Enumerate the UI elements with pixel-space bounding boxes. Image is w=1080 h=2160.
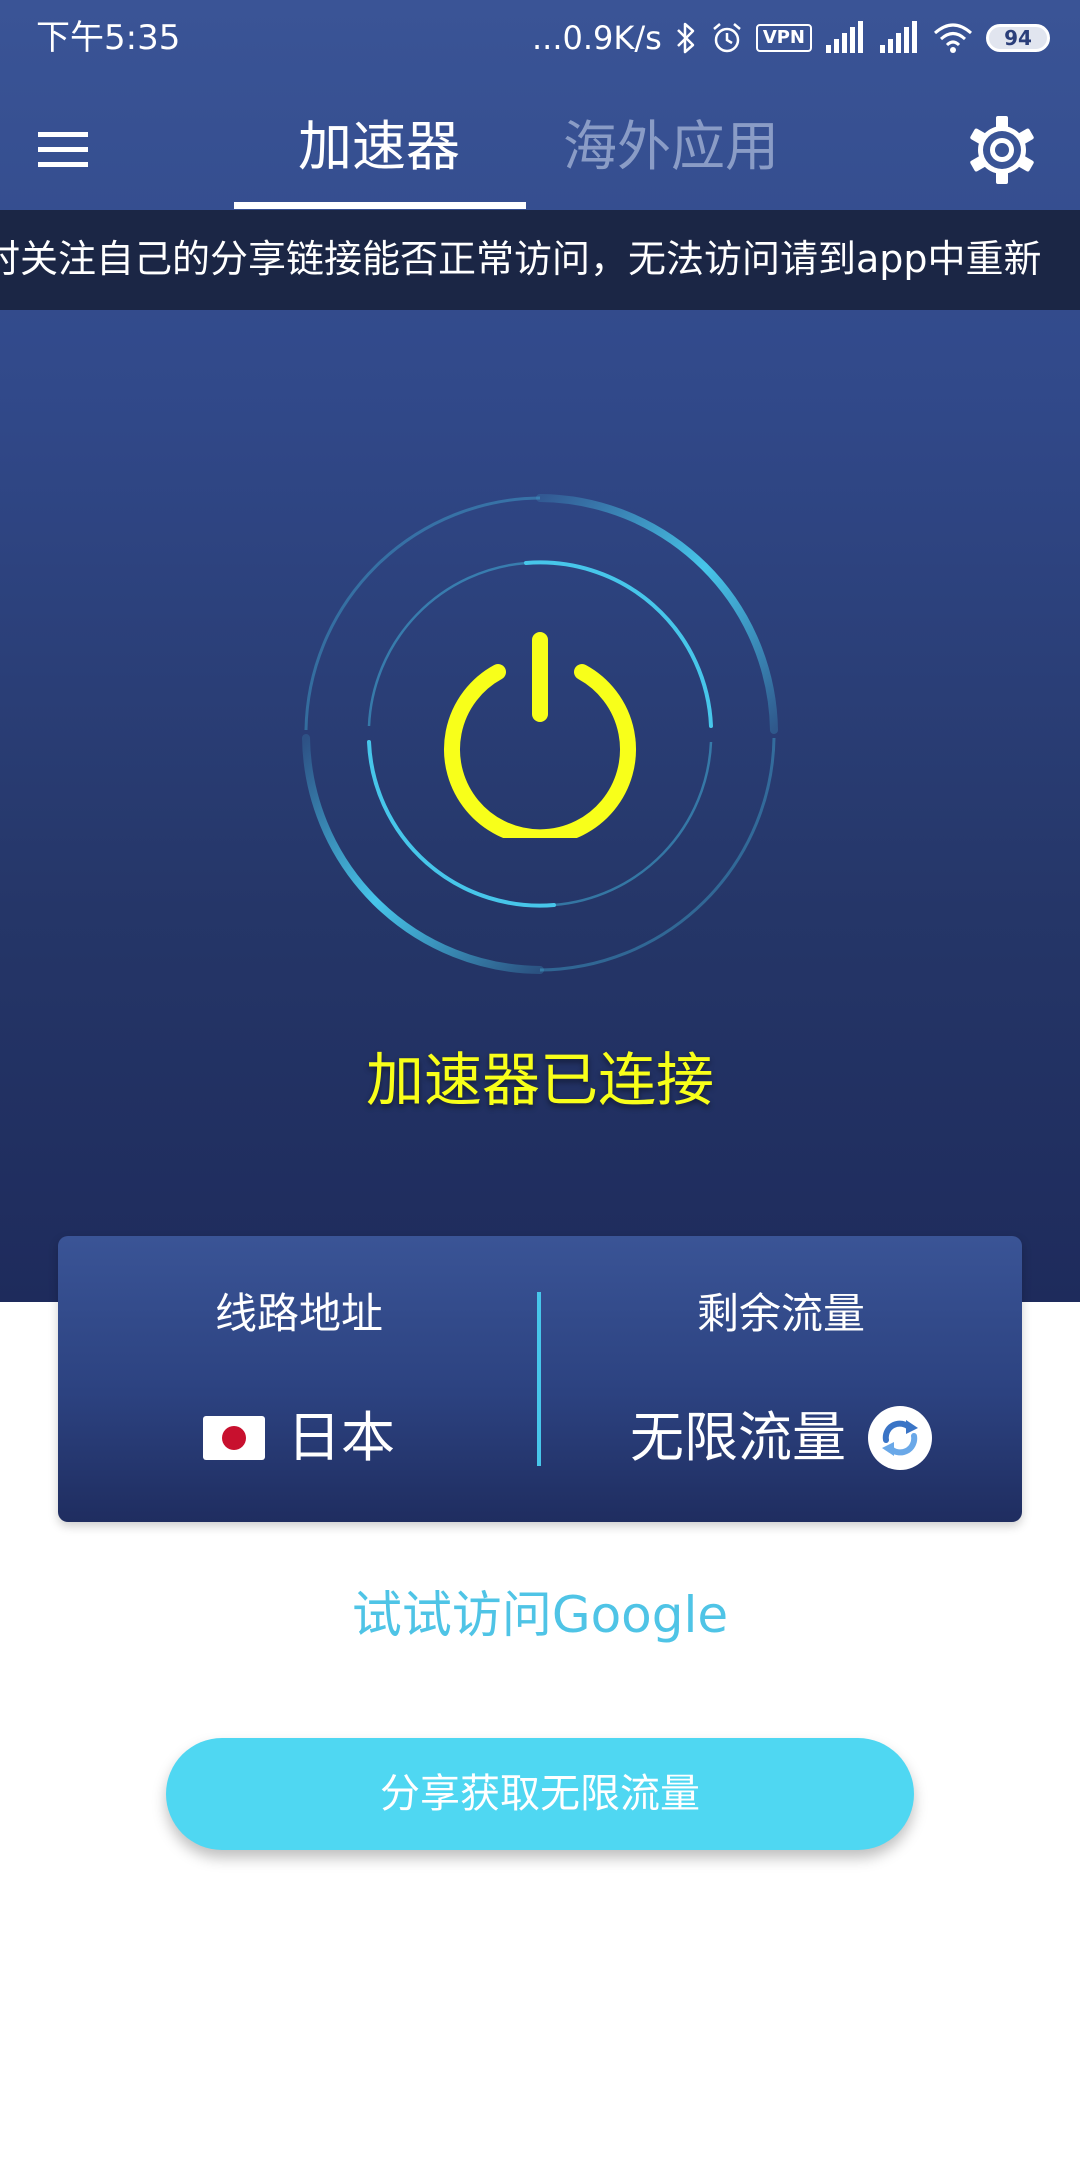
power-button[interactable] [436,630,644,846]
notice-marquee: 时关注自己的分享链接能否正常访问，无法访问请到app中重新 [0,210,1080,310]
traffic-section: 剩余流量 无限流量 [540,1236,1022,1522]
active-tab-indicator [234,202,526,209]
traffic-value: 无限流量 [630,1406,846,1469]
tab-overseas-apps[interactable]: 海外应用 [526,112,816,182]
signal-icon-2 [880,21,917,53]
route-section[interactable]: 线路地址 日本 [58,1236,540,1522]
bluetooth-icon [676,22,695,54]
alarm-icon [713,23,741,53]
refresh-button[interactable] [868,1406,932,1470]
menu-button[interactable] [36,122,92,178]
status-bar: 下午5:35 ...0.9K/s VPN 94 [0,0,1080,76]
connection-status: 加速器已连接 [365,1046,714,1114]
network-speed: ...0.9K/s [531,19,662,57]
status-indicators: ...0.9K/s VPN 94 [532,14,1050,62]
notice-text: 时关注自己的分享链接能否正常访问，无法访问请到app中重新 [0,237,1042,281]
vpn-badge: VPN [755,24,812,52]
top-nav: 加速器 海外应用 [0,96,1080,212]
battery-indicator: 94 [986,24,1050,52]
refresh-icon [882,1420,918,1456]
traffic-label: 剩余流量 [696,1289,865,1338]
gear-icon [970,116,1034,184]
try-google-link[interactable]: 试试访问Google [0,1580,1080,1650]
power-icon [444,632,636,846]
app-screen: 下午5:35 ...0.9K/s VPN 94 加速器 海外应用 时关注自己的分… [0,0,1080,2160]
route-value: 日本 [287,1406,395,1469]
signal-icon [826,21,863,53]
route-value-row: 日本 [58,1400,540,1476]
wifi-icon [934,23,972,53]
settings-button[interactable] [962,110,1042,190]
japan-flag-icon [203,1416,265,1460]
route-label: 线路地址 [214,1289,383,1338]
info-card: 线路地址 日本 剩余流量 无限流量 [58,1236,1022,1522]
hamburger-menu-icon [38,132,88,167]
traffic-value-row: 无限流量 [540,1400,1022,1476]
share-unlimited-button[interactable]: 分享获取无限流量 [166,1738,914,1850]
tab-accelerator[interactable]: 加速器 [234,112,524,182]
status-time: 下午5:35 [36,18,181,58]
